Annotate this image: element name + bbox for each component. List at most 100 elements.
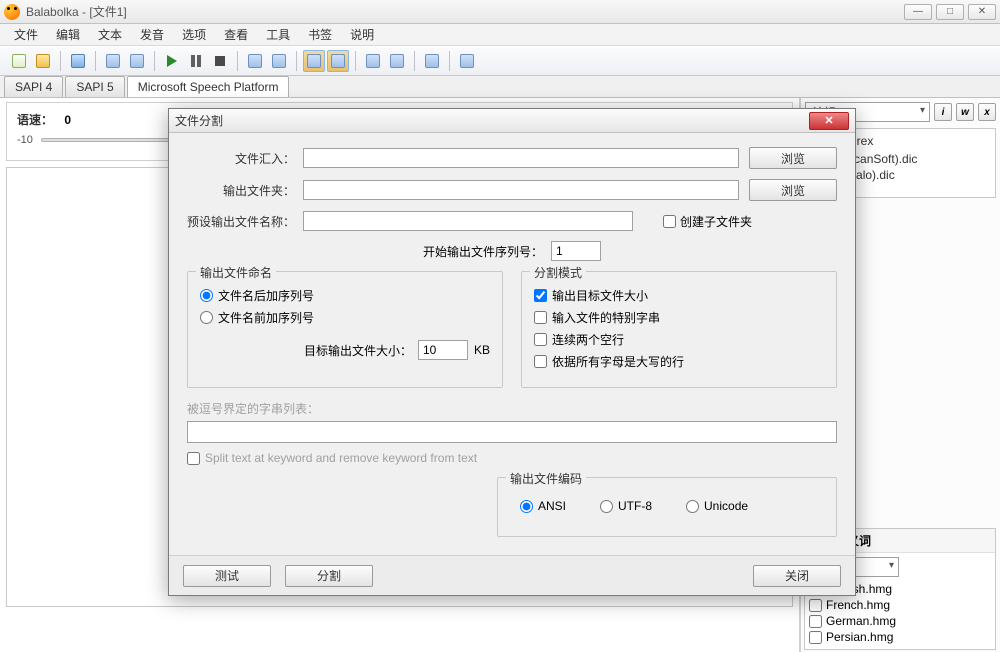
folder-icon: [36, 54, 50, 68]
browse-outfolder-button[interactable]: 浏览: [749, 179, 837, 201]
menu-tools[interactable]: 工具: [258, 24, 298, 45]
hmg-checkbox[interactable]: [809, 631, 822, 644]
window-title: Balabolka - [文件1]: [26, 3, 127, 20]
enc-ansi-radio[interactable]: [520, 500, 533, 513]
split-opt4-row[interactable]: 依据所有字母是大写的行: [534, 353, 824, 370]
menu-speak[interactable]: 发音: [132, 24, 172, 45]
dialog-close-footer-button[interactable]: 关闭: [753, 565, 841, 587]
dialog-close-button[interactable]: ✕: [809, 112, 849, 130]
outfolder-input[interactable]: [303, 180, 739, 200]
enc-unicode-row[interactable]: Unicode: [686, 499, 748, 513]
x-button[interactable]: x: [978, 103, 996, 121]
outfolder-row: 输出文件夹： 浏览: [187, 179, 837, 201]
hmg-item[interactable]: German.hmg: [809, 613, 991, 629]
tab-ms-speech-platform[interactable]: Microsoft Speech Platform: [127, 76, 290, 97]
hmg-item[interactable]: French.hmg: [809, 597, 991, 613]
test-button[interactable]: 测试: [183, 565, 271, 587]
toolbar-separator: [237, 51, 238, 71]
w-button[interactable]: w: [956, 103, 974, 121]
minimize-button[interactable]: —: [904, 4, 932, 20]
split-keyword-row[interactable]: Split text at keyword and remove keyword…: [187, 451, 837, 465]
encoding-groupbox: 输出文件编码 ANSI UTF-8 Unicode: [497, 477, 837, 537]
dict-icon: [366, 54, 380, 68]
toolbar-separator: [414, 51, 415, 71]
toolbar-separator: [60, 51, 61, 71]
panel-icon: [331, 54, 345, 68]
browse-import-button[interactable]: 浏览: [749, 147, 837, 169]
menu-help[interactable]: 说明: [342, 24, 382, 45]
enc-unicode-radio[interactable]: [686, 500, 699, 513]
play-button[interactable]: [161, 50, 183, 72]
hmg-checkbox[interactable]: [809, 615, 822, 628]
split-opt2-row[interactable]: 输入文件的特别字串: [534, 309, 824, 326]
menubar: 文件 编辑 文本 发音 选项 查看 工具 书签 说明: [0, 24, 1000, 46]
naming-before-radio[interactable]: [200, 311, 213, 324]
panel-toggle-1[interactable]: [303, 50, 325, 72]
dict-icon: [390, 54, 404, 68]
dict-1-button[interactable]: [362, 50, 384, 72]
toolbar-separator: [355, 51, 356, 71]
stop-button[interactable]: [209, 50, 231, 72]
copy-button[interactable]: [102, 50, 124, 72]
tool-c-button[interactable]: [456, 50, 478, 72]
pause-button[interactable]: [185, 50, 207, 72]
target-size-input[interactable]: [418, 340, 468, 360]
start-seq-input[interactable]: [551, 241, 601, 261]
create-subfolder-checkbox[interactable]: [663, 215, 676, 228]
dialog-titlebar[interactable]: 文件分割 ✕: [169, 109, 855, 133]
start-seq-label: 开始输出文件序列号：: [423, 243, 543, 260]
tool-a-button[interactable]: [244, 50, 266, 72]
split-opt1-checkbox[interactable]: [534, 289, 547, 302]
menu-bookmark[interactable]: 书签: [300, 24, 340, 45]
maximize-button[interactable]: □: [936, 4, 964, 20]
hmg-label: French.hmg: [826, 598, 890, 612]
info-button[interactable]: i: [934, 103, 952, 121]
document-icon: [12, 54, 26, 68]
new-doc-button[interactable]: [8, 50, 30, 72]
split-button[interactable]: 分割: [285, 565, 373, 587]
naming-after-row[interactable]: 文件名后加序列号: [200, 287, 490, 304]
dict-3-button[interactable]: [421, 50, 443, 72]
menu-options[interactable]: 选项: [174, 24, 214, 45]
hmg-checkbox[interactable]: [809, 599, 822, 612]
tab-sapi5[interactable]: SAPI 5: [65, 76, 124, 97]
tab-sapi4[interactable]: SAPI 4: [4, 76, 63, 97]
open-button[interactable]: [32, 50, 54, 72]
tool-b-button[interactable]: [268, 50, 290, 72]
enc-ansi-row[interactable]: ANSI: [520, 499, 566, 513]
create-subfolder-row[interactable]: 创建子文件夹: [663, 213, 752, 230]
enc-utf8-row[interactable]: UTF-8: [600, 499, 652, 513]
menu-file[interactable]: 文件: [6, 24, 46, 45]
split-opt3-checkbox[interactable]: [534, 333, 547, 346]
split-opt3-row[interactable]: 连续两个空行: [534, 331, 824, 348]
naming-before-row[interactable]: 文件名前加序列号: [200, 309, 490, 326]
toolbar-separator: [154, 51, 155, 71]
import-input[interactable]: [303, 148, 739, 168]
save-button[interactable]: [67, 50, 89, 72]
split-opt1-row[interactable]: 输出目标文件大小: [534, 287, 824, 304]
panel-toggle-2[interactable]: [327, 50, 349, 72]
enc-utf8-radio[interactable]: [600, 500, 613, 513]
split-keyword-checkbox[interactable]: [187, 452, 200, 465]
split-opt2-checkbox[interactable]: [534, 311, 547, 324]
speed-label: 语速：: [17, 113, 53, 127]
split-opt4-label: 依据所有字母是大写的行: [552, 353, 684, 370]
naming-after-radio[interactable]: [200, 289, 213, 302]
toolbar-separator: [296, 51, 297, 71]
two-column-groups: 输出文件命名 文件名后加序列号 文件名前加序列号 目标输出文件大小： KB 分割…: [187, 271, 837, 388]
hmg-item[interactable]: Persian.hmg: [809, 629, 991, 645]
menu-view[interactable]: 查看: [216, 24, 256, 45]
copy-icon: [106, 54, 120, 68]
pause-icon: [191, 55, 201, 67]
menu-text[interactable]: 文本: [90, 24, 130, 45]
menu-edit[interactable]: 编辑: [48, 24, 88, 45]
preset-name-input[interactable]: [303, 211, 633, 231]
dialog-body: 文件汇入： 浏览 输出文件夹： 浏览 预设输出文件名称： 创建子文件夹 开始输出…: [169, 133, 855, 555]
speed-min-label: -10: [17, 134, 33, 146]
paste-button[interactable]: [126, 50, 148, 72]
dict-2-button[interactable]: [386, 50, 408, 72]
delimiter-input[interactable]: [187, 421, 837, 443]
target-size-row: 目标输出文件大小： KB: [200, 340, 490, 360]
split-opt4-checkbox[interactable]: [534, 355, 547, 368]
close-button[interactable]: ✕: [968, 4, 996, 20]
